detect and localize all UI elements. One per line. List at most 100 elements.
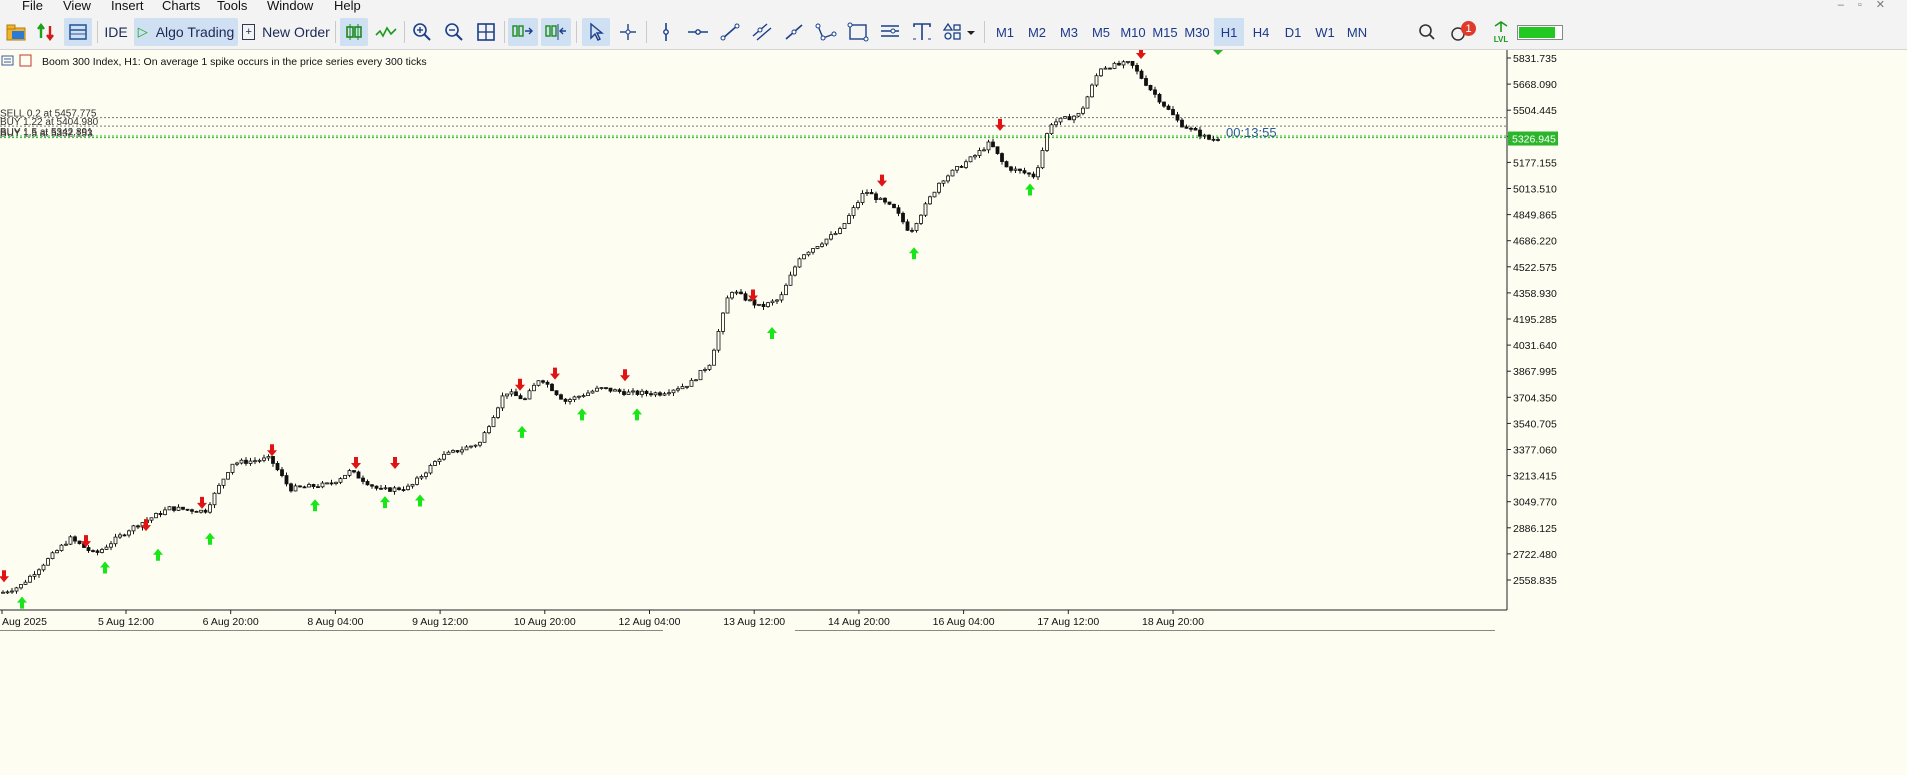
candle-body [212,492,217,506]
candle-body [667,392,671,395]
trendline-icon[interactable] [716,18,744,46]
timeframe-m10[interactable]: M10 [1118,18,1148,46]
candle-body [847,215,851,224]
price-tick-label: 3704.350 [1513,392,1557,404]
tile-windows-icon[interactable] [472,18,500,46]
time-tick-label: 6 Aug 20:00 [203,616,259,628]
candle-body [568,399,572,402]
candle-body [415,477,419,485]
auto-scroll-icon[interactable] [508,18,538,46]
lvl-icon[interactable]: LVL [1490,18,1512,46]
candle-body [239,459,244,464]
text-icon[interactable] [908,18,936,46]
candle-body [811,248,815,253]
candle-body [617,389,622,392]
timeframe-d1[interactable]: D1 [1278,18,1308,46]
price-tick-label: 3867.995 [1513,366,1557,378]
candle-body [1108,67,1112,70]
zoom-in-icon[interactable] [408,18,436,46]
vertical-line-icon[interactable] [652,18,680,46]
timeframe-m5[interactable]: M5 [1086,18,1116,46]
menu-help[interactable]: Help [334,0,361,13]
timeframe-m1[interactable]: M1 [990,18,1020,46]
new-order-button[interactable]: + New Order [242,18,330,46]
price-tick-label: 4195.285 [1513,314,1557,326]
candle-body [635,390,640,395]
timeframe-mn[interactable]: MN [1342,18,1372,46]
candle-body [1157,93,1162,103]
candle-body [203,509,208,513]
candle-body [1189,127,1193,130]
candle-body [437,458,442,462]
menu-window[interactable]: Window [267,0,313,13]
candle-body [248,460,253,464]
timeframe-m15[interactable]: M15 [1150,18,1180,46]
candle-body [244,459,248,464]
candle-body [383,487,388,490]
timeframe-m30[interactable]: M30 [1182,18,1212,46]
candle-body [365,481,370,486]
timeframe-h4[interactable]: H4 [1246,18,1276,46]
candlesticks-icon[interactable] [340,18,368,46]
candle-body [406,485,410,491]
rectangle-icon[interactable] [844,18,872,46]
zoom-out-icon[interactable] [440,18,468,46]
chart-shift-icon[interactable] [541,18,571,46]
line-chart-icon[interactable] [372,18,400,46]
candle-body [1202,134,1207,137]
candle-body [878,197,883,201]
timeframe-w1[interactable]: W1 [1310,18,1340,46]
candle-body [563,398,568,402]
more-objects-icon[interactable] [940,18,978,46]
market-watch-icon[interactable] [34,18,58,46]
candle-body [14,587,19,592]
candle-body [149,517,154,521]
new-profile-icon[interactable] [4,18,28,46]
menu-tools[interactable]: Tools [217,0,247,13]
algo-trading-button[interactable]: ▷ Algo Trading [134,18,238,46]
fibonacci-icon[interactable] [780,18,808,46]
menu-view[interactable]: View [63,0,91,13]
candle-body [1126,60,1130,63]
chart-area[interactable]: SELL 0.2 at 5457.775 BUY 1.22 at 5404.980… [0,47,1907,770]
candle-body [815,246,820,249]
timeframe-h1[interactable]: H1 [1214,18,1244,46]
channel-icon[interactable] [748,18,776,46]
candle-body [892,203,896,209]
candle-body [797,258,802,268]
ide-button[interactable]: IDE [102,18,130,46]
candle-body [334,481,338,484]
window-controls[interactable]: –▫✕ [1838,0,1899,11]
candle-body [482,432,487,443]
timeframe-m2[interactable]: M2 [1022,18,1052,46]
price-tick-label: 4031.640 [1513,340,1557,352]
menu-insert[interactable]: Insert [111,0,144,13]
search-icon[interactable] [1414,18,1440,46]
gann-icon[interactable] [876,18,904,46]
candle-body [1117,62,1121,66]
cursor-icon[interactable] [582,18,610,46]
candle-body [743,293,748,301]
candle-body [1171,109,1175,116]
timeframe-m3[interactable]: M3 [1054,18,1084,46]
crosshair-icon[interactable] [614,18,642,46]
price-chart[interactable]: SELL 0.2 at 5457.775BUY 1.22 at 5404.980… [0,47,1907,770]
candle-body [1139,70,1144,79]
candle-body [1121,61,1126,66]
candle-body [550,383,554,392]
menu-charts[interactable]: Charts [162,0,200,13]
menu-file[interactable]: File [22,0,43,13]
data-window-icon[interactable] [64,18,92,46]
notifications-icon[interactable]: 1 [1446,18,1476,46]
candle-body [703,368,707,371]
shapes-icon[interactable] [812,18,840,46]
connection-status[interactable] [1516,18,1564,46]
candle-body [500,395,505,409]
candle-body [518,395,523,400]
candle-body [1144,78,1148,86]
candle-body [325,482,329,485]
horizontal-line-icon[interactable] [684,18,712,46]
candle-body [1072,115,1076,121]
candle-body [131,525,136,532]
candle-body [419,476,424,479]
